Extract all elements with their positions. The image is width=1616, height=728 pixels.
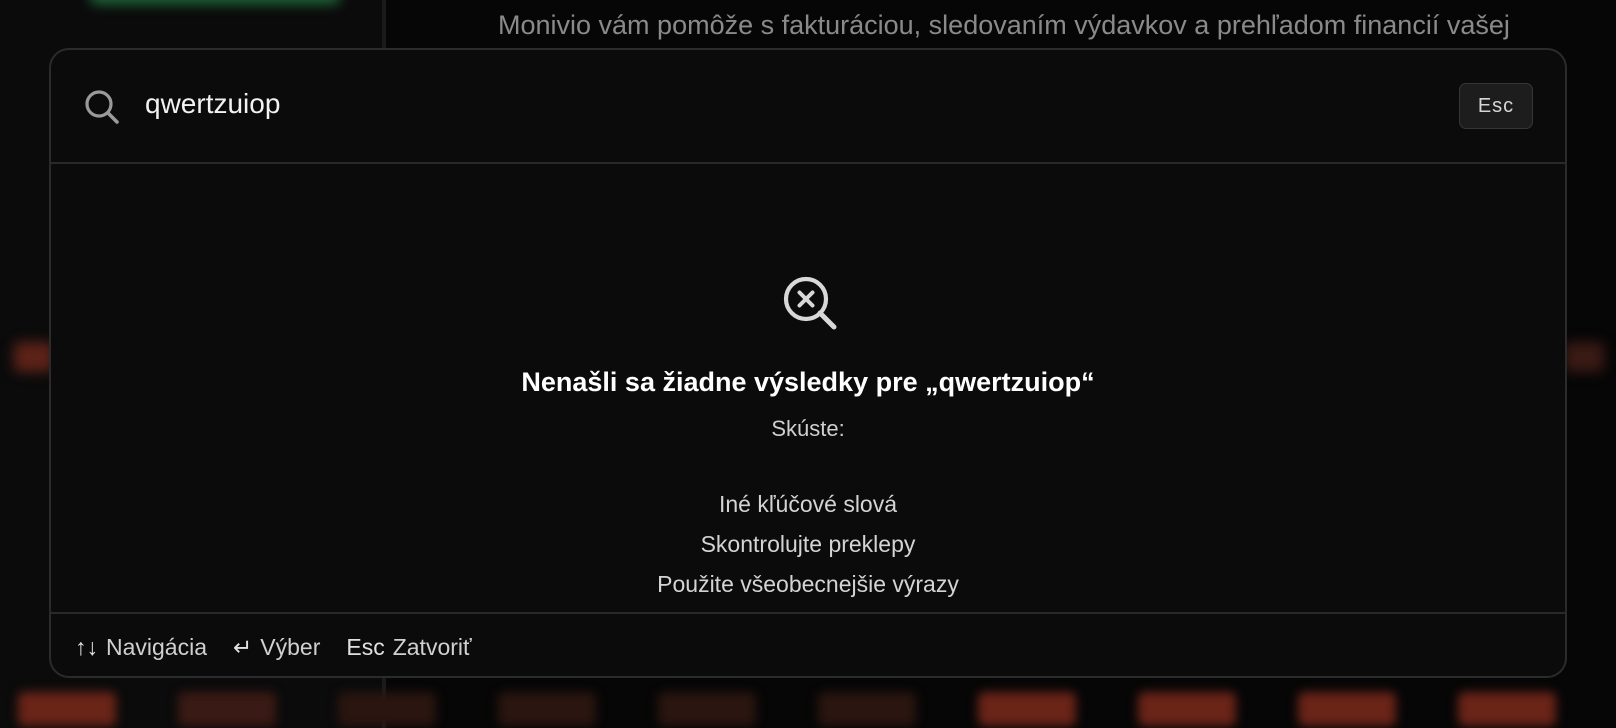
search-bar: Esc (51, 50, 1565, 164)
enter-key-icon: ↵ (233, 633, 253, 660)
suggestion-item: Použite všeobecnejšie výrazy (657, 571, 959, 597)
background-highlight-right (1564, 342, 1604, 372)
hint-navigate-label: Navigácia (106, 633, 207, 660)
arrow-keys-icon: ↑↓ (75, 633, 98, 660)
search-no-results-icon (781, 274, 839, 332)
no-results-title: Nenašli sa žiadne výsledky pre „qwertzui… (521, 367, 1095, 397)
hint-select: ↵ Výber (233, 634, 320, 661)
suggestion-item: Skontrolujte preklepy (700, 531, 916, 557)
background-button (338, 692, 436, 726)
close-button[interactable]: Esc (1459, 83, 1533, 129)
search-icon (83, 88, 121, 126)
background-highlight-left (14, 342, 54, 372)
background-button (498, 692, 596, 726)
background-description: Monivio vám pomôže s fakturáciou, sledov… (498, 10, 1510, 40)
background-button (818, 692, 916, 726)
suggestion-item: Iné kľúčové slová (718, 491, 898, 517)
hint-close: Esc Zatvoriť (346, 634, 471, 661)
background-button (1138, 692, 1236, 726)
hint-select-label: Výber (260, 633, 321, 660)
search-dialog: Esc Nenašli sa žiadne výsledky pre „qwer… (49, 48, 1567, 678)
background-button (658, 692, 756, 726)
background-button (1298, 692, 1396, 726)
background-button (178, 692, 276, 726)
keyboard-hints: ↑↓ Navigácia ↵ Výber Esc Zatvoriť (51, 612, 1565, 676)
background-button (18, 692, 116, 726)
hint-close-label: Zatvoriť (392, 633, 472, 660)
empty-state: Nenašli sa žiadne výsledky pre „qwertzui… (51, 164, 1565, 612)
suggestion-list: Iné kľúčové slová Skontrolujte preklepy … (51, 484, 1565, 604)
background-sidebar-active-item (90, 0, 340, 4)
background-button (1458, 692, 1556, 726)
hint-navigate: ↑↓ Navigácia (75, 634, 207, 661)
background-button (978, 692, 1076, 726)
search-input[interactable] (145, 82, 1345, 126)
esc-key-label: Esc (346, 633, 385, 660)
try-label: Skúste: (771, 416, 845, 441)
